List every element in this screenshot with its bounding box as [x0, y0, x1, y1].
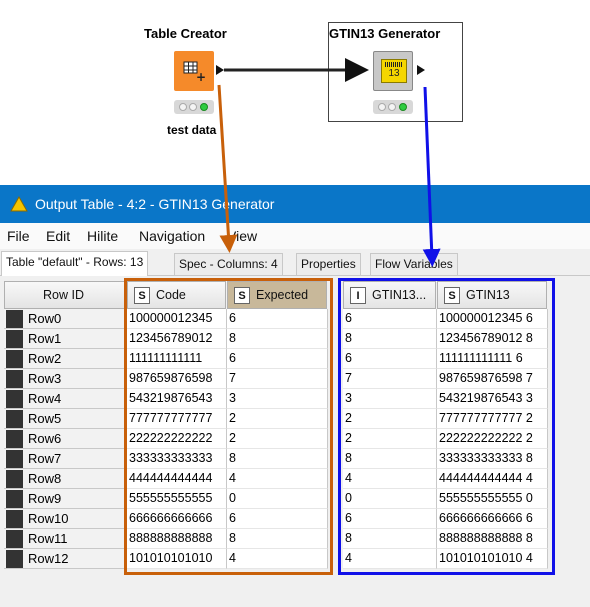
arrows-overlay	[216, 58, 441, 267]
orange-annotation-arrow	[217, 84, 238, 253]
connection-arrow[interactable]	[216, 58, 425, 82]
blue-annotation-arrow	[422, 86, 441, 267]
